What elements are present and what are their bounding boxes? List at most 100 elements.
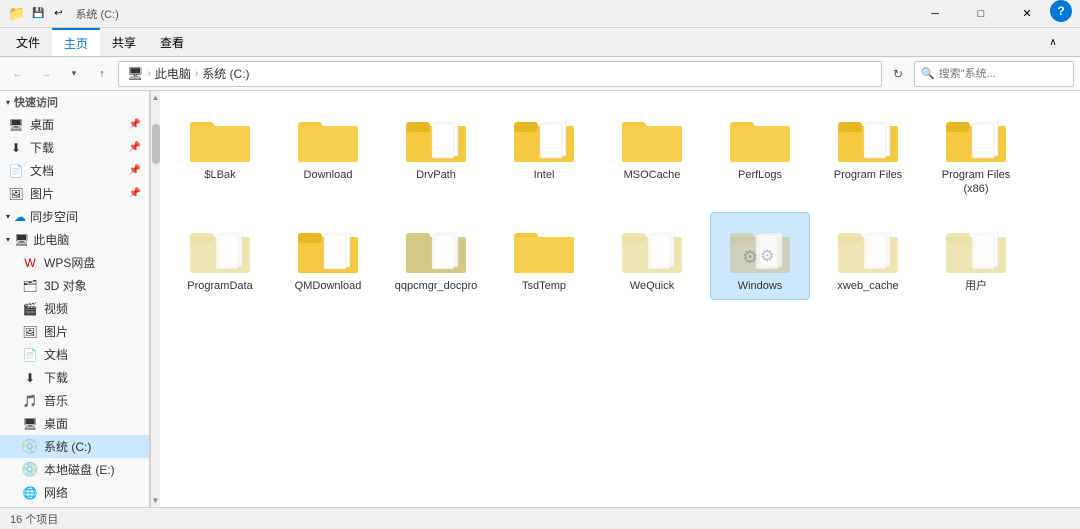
folder-name: Program Files (x86)	[931, 168, 1021, 197]
folder-item[interactable]: PerfLogs	[710, 101, 810, 204]
pin-icon: 📌	[129, 119, 141, 130]
onedrive-icon: ☁	[14, 210, 26, 224]
sidebar-quick-access-header[interactable]: ▾ 快速访问	[0, 91, 149, 113]
explorer-icon: 📁	[8, 5, 25, 22]
main-layout: ▾ 快速访问 🖥 桌面 📌 ⬇ 下载 📌 📄 文档 📌 🖼 图片 📌 ▾ ☁ 同	[0, 91, 1080, 507]
sidebar-thispc-header[interactable]: ▾ 🖥 此电脑	[0, 228, 149, 251]
breadcrumb-current[interactable]: 系统 (C:)	[202, 65, 249, 82]
network-icon: 🌐	[22, 485, 38, 501]
sidebar-label: WPS网盘	[44, 254, 95, 271]
folder-icon-8	[188, 219, 252, 275]
picture-icon: 🖼	[8, 186, 24, 202]
folder-item[interactable]: Program Files	[818, 101, 918, 204]
sidebar-label: 下载	[30, 139, 54, 156]
folder-icon-6	[836, 108, 900, 164]
minimize-button[interactable]: ─	[912, 0, 958, 28]
tab-home[interactable]: 主页	[52, 28, 100, 56]
sidebar-item-pic[interactable]: 🖼 图片	[0, 320, 149, 343]
sidebar-label: 视频	[44, 300, 68, 317]
sidebar-item-desktop-pinned[interactable]: 🖥 桌面 📌	[0, 113, 149, 136]
folder-item[interactable]: ⚙ ⚙ Windows	[710, 212, 810, 300]
sidebar-item-wps[interactable]: W WPS网盘	[0, 251, 149, 274]
folder-item[interactable]: Intel	[494, 101, 594, 204]
sidebar-item-pics-pinned[interactable]: 🖼 图片 📌	[0, 182, 149, 205]
sidebar-item-c-drive[interactable]: 💿 系统 (C:)	[0, 435, 149, 458]
sidebar-item-network[interactable]: 🌐 网络	[0, 481, 149, 504]
sidebar-item-dl[interactable]: ⬇ 下载	[0, 366, 149, 389]
sidebar-item-doc[interactable]: 📄 文档	[0, 343, 149, 366]
folder-icon-3	[512, 108, 576, 164]
sidebar-item-video[interactable]: 🎬 视频	[0, 297, 149, 320]
sidebar: ▾ 快速访问 🖥 桌面 📌 ⬇ 下载 📌 📄 文档 📌 🖼 图片 📌 ▾ ☁ 同	[0, 91, 150, 507]
back-button[interactable]: ←	[6, 62, 30, 86]
tab-share[interactable]: 共享	[100, 28, 148, 56]
breadcrumb-this-pc[interactable]: 此电脑	[155, 65, 191, 82]
close-button[interactable]: ✕	[1004, 0, 1050, 28]
sidebar-item-e-drive[interactable]: 💿 本地磁盘 (E:)	[0, 458, 149, 481]
ribbon-collapse-btn[interactable]: ∧	[1030, 28, 1076, 56]
sidebar-scrollbar[interactable]: ▲ ▼	[150, 91, 160, 507]
folder-item[interactable]: xweb_cache	[818, 212, 918, 300]
wps-icon: W	[22, 255, 38, 271]
folder-icon-11	[512, 219, 576, 275]
folder-item[interactable]: qqpcmgr_docpro	[386, 212, 486, 300]
folder-item[interactable]: MSOCache	[602, 101, 702, 204]
drive-icon: 💿	[22, 439, 38, 455]
svg-text:⚙: ⚙	[760, 248, 774, 265]
address-path[interactable]: 🖥 › 此电脑 › 系统 (C:)	[118, 61, 882, 87]
folder-item[interactable]: Program Files (x86)	[926, 101, 1026, 204]
file-grid: $LBak Download DrvP	[170, 101, 1070, 300]
tab-view[interactable]: 查看	[148, 28, 196, 56]
title-undo-btn[interactable]: ↩	[49, 5, 67, 23]
folder-name: Intel	[534, 168, 555, 182]
sidebar-label: 网络	[44, 484, 68, 501]
folder-item[interactable]: $LBak	[170, 101, 270, 204]
scroll-thumb[interactable]	[152, 124, 160, 164]
maximize-button[interactable]: □	[958, 0, 1004, 28]
sidebar-item-3d[interactable]: 🗂 3D 对象	[0, 274, 149, 297]
folder-name: ProgramData	[187, 279, 252, 293]
up-button[interactable]: ↑	[90, 62, 114, 86]
sidebar-item-music[interactable]: 🎵 音乐	[0, 389, 149, 412]
title-bar: 📁 💾 ↩ 系统 (C:) ─ □ ✕ ?	[0, 0, 1080, 28]
doc-icon: 📄	[22, 347, 38, 363]
help-button[interactable]: ?	[1050, 0, 1072, 22]
refresh-button[interactable]: ↻	[886, 62, 910, 86]
sidebar-label: 文档	[30, 162, 54, 179]
folder-item[interactable]: ProgramData	[170, 212, 270, 300]
search-input[interactable]	[939, 68, 1059, 80]
onedrive-arrow: ▾	[6, 212, 10, 221]
folder-icon-5	[728, 108, 792, 164]
folder-icon-14	[836, 219, 900, 275]
folder-item[interactable]: 用户	[926, 212, 1026, 300]
breadcrumb: 🖥 › 此电脑 › 系统 (C:)	[127, 65, 250, 82]
sidebar-item-desk[interactable]: 🖥 桌面	[0, 412, 149, 435]
sidebar-onedrive-header[interactable]: ▾ ☁ 同步空间	[0, 205, 149, 228]
sidebar-label: 图片	[30, 185, 54, 202]
dropdown-button[interactable]: ▾	[62, 62, 86, 86]
pin-icon: 📌	[129, 188, 141, 199]
sidebar-item-docs-pinned[interactable]: 📄 文档 📌	[0, 159, 149, 182]
thispc-icon: 🖥	[14, 233, 29, 247]
title-save-btn[interactable]: 💾	[29, 5, 47, 23]
breadcrumb-icon: 🖥	[127, 66, 144, 82]
folder-icon-10	[404, 219, 468, 275]
folder-item[interactable]: TsdTemp	[494, 212, 594, 300]
folder-name: DrvPath	[416, 168, 456, 182]
folder-item[interactable]: DrvPath	[386, 101, 486, 204]
folder-item[interactable]: Download	[278, 101, 378, 204]
pin-icon: 📌	[129, 142, 141, 153]
drive-e-icon: 💿	[22, 462, 38, 478]
folder-name: Program Files	[834, 168, 902, 182]
sidebar-label: 系统 (C:)	[44, 438, 91, 455]
sidebar-label: 桌面	[44, 415, 68, 432]
collapse-icon: ▾	[6, 98, 10, 107]
tab-file[interactable]: 文件	[4, 28, 52, 56]
folder-item[interactable]: WeQuick	[602, 212, 702, 300]
search-box[interactable]: 🔍	[914, 61, 1074, 87]
sidebar-item-download-pinned[interactable]: ⬇ 下载 📌	[0, 136, 149, 159]
folder-item[interactable]: QMDownload	[278, 212, 378, 300]
file-area: $LBak Download DrvP	[160, 91, 1080, 507]
folder-icon-9	[296, 219, 360, 275]
forward-button[interactable]: →	[34, 62, 58, 86]
